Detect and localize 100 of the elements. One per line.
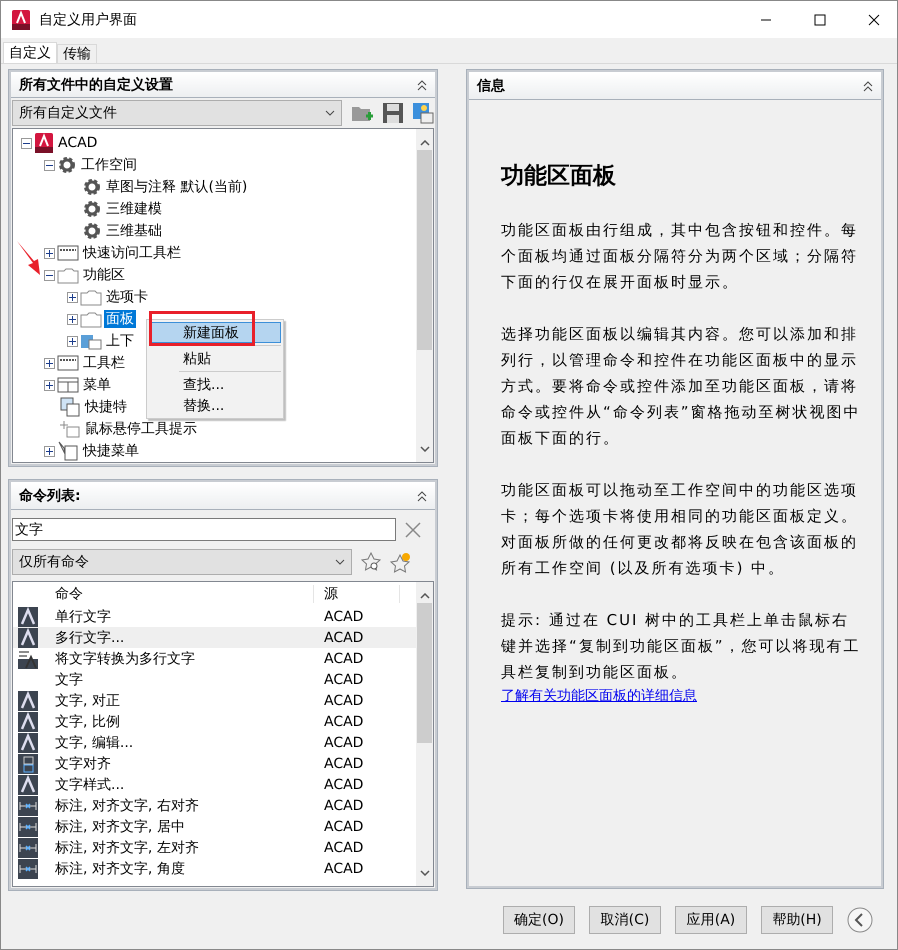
tree-item[interactable]: 快速访问工具栏 [81,244,183,262]
command-source: ACAD [323,818,364,835]
info-paragraph: 功能区面板由行组成，其中包含按钮和控件。每个面板均通过面板分隔符分为两个区域；分隔符下面的行仅在展开面板时显示。 [501,220,859,294]
command-source: ACAD [323,798,364,814]
command-name: 标注, 对齐文字, 居中 [54,818,186,836]
command-name: 将文字转换为多行文字 [54,650,196,668]
gear-icon [57,155,77,176]
toolbar-icon [57,244,79,262]
tree-item[interactable]: 工具栏 [81,354,127,372]
command-source: ACAD [323,860,364,877]
scroll-up-icon[interactable] [420,593,430,600]
text-tool-icon [18,774,38,795]
dialog-button[interactable]: 取消(C) [589,906,661,934]
command-source: ACAD [323,630,364,646]
command-row[interactable]: 多行文字... ACAD [13,627,416,648]
filter-dropdown[interactable]: 仅所有命令 [12,549,352,576]
folder-icon [80,288,102,306]
collapse-panel-icon[interactable] [417,78,427,91]
image-list-icon[interactable] [412,102,434,124]
command-name: 标注, 对齐文字, 左对齐 [54,838,200,857]
expand-icon[interactable] [67,336,78,347]
command-row[interactable]: 标注, 对齐文字, 右对齐 ACAD [13,795,416,816]
clear-icon[interactable] [404,520,422,539]
app-logo-icon [11,10,31,30]
command-source: ACAD [323,776,364,793]
command-row[interactable]: 文字, 比例 ACAD [13,711,416,732]
text-tool-icon [18,690,38,711]
tree-item[interactable]: 草图与注释 默认(当前) [104,178,250,196]
gear-icon [82,199,102,220]
folder-icon [80,310,102,328]
command-row[interactable]: 标注, 对齐文字, 左对齐 ACAD [13,837,416,858]
collapse-icon[interactable] [44,270,55,281]
expand-icon[interactable] [67,292,78,303]
command-row[interactable]: 标注, 对齐文字, 居中 ACAD [13,816,416,838]
scrollbar[interactable] [416,129,433,462]
command-row[interactable]: 将文字转换为多行文字 ACAD [13,648,416,670]
tree-item[interactable]: 三维基础 [104,222,164,240]
file-dropdown[interactable]: 所有自定义文件 [12,100,342,126]
tree-item[interactable]: 三维建模 [104,200,164,218]
expand-icon[interactable] [67,314,78,325]
tree-item[interactable]: 工作空间 [79,156,139,174]
scroll-down-icon[interactable] [420,446,430,452]
column-header[interactable]: 命令 [45,585,314,604]
tree-item[interactable]: 面板 [104,310,136,328]
command-name: 单行文字 [54,608,112,626]
collapse-icon[interactable] [21,138,32,149]
dialog-button[interactable]: 应用(A) [675,906,747,934]
menu-item[interactable]: 粘贴 [149,348,281,370]
collapse-panel-icon[interactable] [863,80,873,92]
tab[interactable]: 自定义 [3,42,57,64]
folder-icon [57,266,79,284]
dimension-icon [18,816,38,837]
search-field[interactable]: 文字 [12,518,396,542]
star-search-icon[interactable] [360,551,382,574]
tree-item[interactable]: 鼠标悬停工具提示 [83,420,199,438]
column-header[interactable]: 源 [314,585,400,604]
text-tool-icon [18,732,38,753]
properties-icon [59,397,81,418]
scroll-down-icon[interactable] [420,870,430,876]
expand-icon[interactable] [44,248,55,259]
window-title: 自定义用户界面 [39,10,138,29]
command-name: 文字, 比例 [54,712,121,731]
command-row[interactable]: 文字样式... ACAD [13,774,416,796]
scrollbar[interactable] [416,582,433,886]
dialog-button[interactable]: 确定(O) [503,906,575,934]
tree-item[interactable]: 选项卡 [104,288,150,306]
collapse-panel-icon[interactable] [417,490,427,502]
command-name: 标注, 对齐文字, 右对齐 [54,796,200,815]
info-heading: 功能区面板 [501,161,617,192]
help-link[interactable]: 了解有关功能区面板的详细信息 [501,687,861,706]
tree-item[interactable]: ACAD [56,135,100,152]
dialog-button[interactable]: 帮助(H) [761,906,833,934]
menu-item[interactable]: 查找... [149,374,281,396]
tab[interactable]: 传输 [57,44,97,64]
command-name: 文字对齐 [54,754,112,773]
text-align-icon [18,754,38,774]
save-icon[interactable] [382,102,404,124]
command-row[interactable]: 标注, 对齐文字, 角度 ACAD [13,858,416,880]
panel-icon [80,332,102,350]
command-name: 文字, 对正 [54,692,121,710]
expand-icon[interactable] [44,380,55,391]
text-tool-icon [18,606,38,627]
tree-item[interactable]: 快捷菜单 [81,442,141,460]
command-row[interactable]: 文字, 对正 ACAD [13,690,416,712]
command-name: 文字样式... [54,776,126,794]
command-row[interactable]: 文字 ACAD [13,669,416,690]
expand-icon[interactable] [44,358,55,369]
expand-icon[interactable] [44,446,55,457]
scroll-up-icon[interactable] [420,140,430,146]
tree-item[interactable]: 快捷特 [83,398,129,416]
command-row[interactable]: 文字, 编辑... ACAD [13,732,416,754]
menu-item[interactable]: 新建面板 [149,322,281,344]
menu-item[interactable]: 替换... [149,395,281,416]
command-row[interactable]: 文字对齐 ACAD [13,753,416,774]
command-row[interactable]: 单行文字 ACAD [13,606,416,628]
tree-item[interactable]: 上下 [104,332,136,350]
tree-item[interactable]: 功能区 [81,266,127,284]
star-new-icon[interactable] [390,551,412,574]
tree-item[interactable]: 菜单 [81,376,113,394]
collapse-icon[interactable] [44,160,55,171]
